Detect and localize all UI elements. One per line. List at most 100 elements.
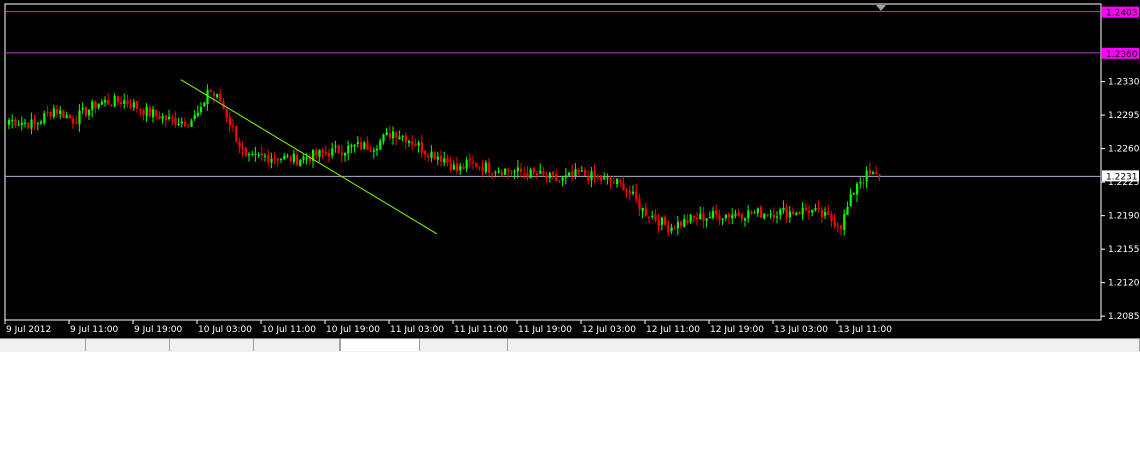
candle-body	[216, 93, 219, 98]
candle-body	[209, 89, 212, 93]
candle-body	[88, 109, 91, 116]
candle-body	[600, 175, 603, 181]
chart-tab[interactable]	[170, 339, 254, 351]
candle-body	[244, 148, 247, 156]
candle-body	[833, 221, 836, 227]
candle-body	[728, 213, 731, 218]
candle-body	[238, 141, 241, 148]
candle-body	[203, 102, 206, 106]
candle-body	[558, 180, 561, 182]
candle-body	[763, 213, 766, 219]
chart-tab-active[interactable]	[340, 339, 420, 351]
candle-body	[20, 122, 23, 125]
candle-body	[638, 198, 641, 210]
candle-body	[686, 220, 689, 223]
candle-body	[712, 211, 715, 218]
candle-body	[27, 123, 30, 129]
candle-body	[273, 157, 276, 159]
candle-body	[824, 211, 827, 216]
x-tick-label: 9 Jul 2012	[6, 325, 51, 335]
candle-body	[52, 108, 55, 117]
candle-body	[596, 176, 599, 178]
candle-body	[152, 109, 155, 118]
candle-body	[468, 158, 471, 161]
candle-body	[724, 214, 727, 218]
candle-body	[177, 123, 180, 126]
candle-body	[564, 175, 567, 178]
candle-body	[756, 208, 759, 213]
candle-body	[475, 163, 478, 168]
candle-body	[792, 211, 795, 215]
candle-body	[372, 150, 375, 152]
candle-body	[836, 226, 839, 228]
chart-window[interactable]: 1.2330 1.2295 1.2260 1.2225 1.2190 1.2155 1.21…	[0, 0, 1140, 338]
candle-body	[385, 132, 388, 136]
candle-body	[804, 207, 807, 211]
candle-body	[555, 173, 558, 182]
candle-body	[94, 101, 97, 109]
candle-body	[488, 162, 491, 173]
candle-body	[532, 168, 535, 173]
chart-tab[interactable]	[507, 339, 1140, 351]
candle-body	[462, 166, 465, 169]
candle-body	[779, 209, 782, 216]
candle-body	[270, 158, 273, 163]
candle-body	[507, 169, 510, 172]
candle-body	[795, 212, 798, 216]
candle-body	[62, 110, 65, 119]
candle-body	[97, 103, 100, 108]
candle-body	[641, 207, 644, 212]
candle-body	[180, 121, 183, 124]
candle-body	[46, 111, 49, 113]
candle-body	[302, 156, 305, 160]
candle-body	[8, 119, 11, 125]
chart-tab[interactable]	[86, 339, 170, 351]
candle-body	[702, 213, 705, 221]
chart-tab[interactable]	[0, 339, 86, 351]
candle-body	[254, 154, 257, 156]
candle-body	[187, 126, 190, 128]
candle-body	[584, 169, 587, 176]
candle-body	[68, 114, 71, 119]
candle-body	[158, 115, 161, 120]
candle-body	[590, 171, 593, 180]
x-tick-label: 13 Jul 03:00	[774, 325, 828, 335]
candle-body	[539, 170, 542, 174]
candle-body	[91, 101, 94, 111]
chart-tab-strip	[0, 338, 1140, 352]
candle-body	[504, 168, 507, 175]
candle-body	[459, 165, 462, 171]
candle-body	[65, 115, 68, 119]
price-chart[interactable]: 1.23301.22951.22601.22251.21901.21551.21…	[0, 0, 1140, 338]
candle-body	[292, 153, 295, 162]
candle-body	[609, 177, 612, 182]
candle-body	[744, 218, 747, 221]
candle-body	[196, 112, 199, 116]
candle-body	[280, 158, 283, 160]
candle-body	[414, 143, 417, 147]
candle-body	[491, 173, 494, 175]
candle-body	[171, 117, 174, 119]
chart-tab[interactable]	[254, 339, 340, 351]
x-tick-label: 11 Jul 03:00	[390, 325, 444, 335]
candle-body	[516, 167, 519, 172]
x-tick-label: 9 Jul 11:00	[70, 325, 119, 335]
candle-body	[78, 110, 81, 125]
x-tick-label: 12 Jul 03:00	[582, 325, 636, 335]
y-tick-label: 1.2155	[1108, 245, 1140, 255]
x-tick-label: 12 Jul 11:00	[646, 325, 700, 335]
candle-body	[299, 160, 302, 167]
candle-body	[436, 156, 439, 160]
candle-body	[360, 142, 363, 150]
candle-body	[820, 210, 823, 217]
candle-body	[593, 170, 596, 178]
candle-body	[577, 169, 580, 172]
candle-body	[440, 155, 443, 162]
candle-body	[740, 214, 743, 220]
candle-body	[766, 214, 769, 216]
candle-body	[689, 214, 692, 222]
candle-body	[424, 151, 427, 155]
candle-body	[657, 219, 660, 227]
candle-body	[705, 218, 708, 221]
candle-body	[206, 89, 209, 105]
